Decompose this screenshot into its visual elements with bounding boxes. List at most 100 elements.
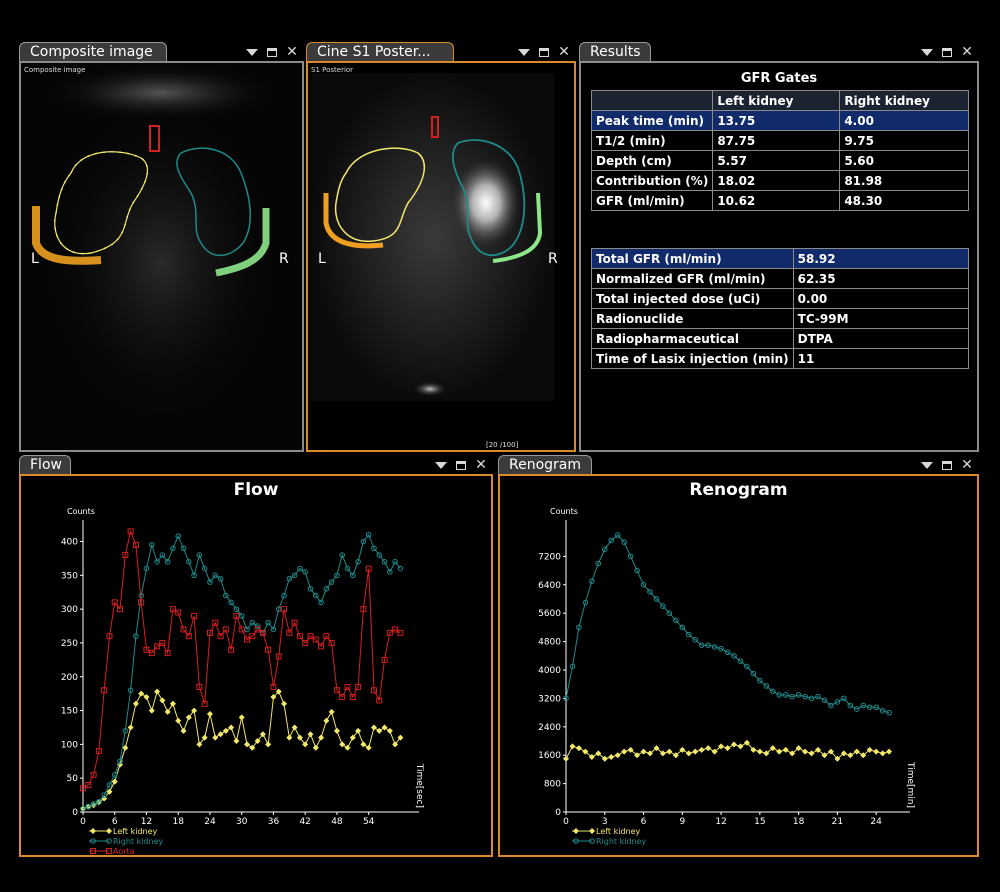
flow-chart-area[interactable]: Flow Counts Time[sec] 0 50 100 150 200 250 300 35… bbox=[19, 474, 493, 857]
gfr-summary-row[interactable]: Total injected dose (uCi) 0.00 bbox=[591, 288, 970, 309]
close-icon[interactable]: ✕ bbox=[961, 45, 973, 59]
right-kidney-value: 5.60 bbox=[839, 150, 969, 171]
maximize-icon[interactable] bbox=[538, 46, 550, 58]
y-tick-label: 200 bbox=[61, 673, 78, 683]
gfr-gates-row[interactable]: GFR (ml/min) 10.62 48.30 bbox=[590, 190, 969, 211]
renogram-tab-label: Renogram bbox=[509, 457, 582, 473]
results-viewport: GFR Gates Left kidney Right kidney Peak … bbox=[579, 61, 979, 452]
x-tick-label: 12 bbox=[141, 817, 152, 827]
renogram-tab[interactable]: Renogram bbox=[498, 455, 592, 475]
flow-tab-label: Flow bbox=[30, 457, 62, 473]
data-point bbox=[640, 748, 647, 755]
composite-image-viewport[interactable]: Composite image L R bbox=[19, 61, 304, 452]
data-point bbox=[323, 717, 330, 724]
x-tick-label: 24 bbox=[870, 817, 882, 827]
gfr-gates-header-row: Left kidney Right kidney bbox=[590, 90, 969, 111]
right-kidney-value: 48.30 bbox=[839, 190, 969, 211]
gfr-summary-value: 58.92 bbox=[792, 248, 970, 269]
gfr-summary-label: Time of Lasix injection (min) bbox=[591, 348, 794, 369]
data-point bbox=[575, 745, 582, 752]
flow-panel: Flow ✕ Flow Counts Time[sec] 0 50 100 150 200 2… bbox=[19, 455, 493, 857]
flow-controls: ✕ bbox=[435, 456, 487, 474]
close-icon[interactable]: ✕ bbox=[286, 45, 298, 59]
data-point bbox=[307, 731, 314, 738]
gfr-gates-header-right: Right kidney bbox=[839, 90, 969, 111]
maximize-icon[interactable] bbox=[941, 459, 953, 471]
maximize-icon[interactable] bbox=[941, 46, 953, 58]
renogram-chart-area[interactable]: Renogram Counts Time[min] 0 800 1600 2400 3200… bbox=[498, 474, 979, 857]
left-kidney-value: 5.57 bbox=[712, 150, 841, 171]
series-right-kidney bbox=[80, 531, 404, 812]
dropdown-icon[interactable] bbox=[435, 459, 447, 471]
dropdown-icon[interactable] bbox=[246, 46, 258, 58]
data-point bbox=[666, 748, 673, 755]
y-tick-label: 150 bbox=[61, 707, 78, 717]
cine-image-canvas bbox=[308, 63, 574, 450]
data-point bbox=[608, 753, 615, 760]
data-point bbox=[233, 738, 240, 744]
results-title: GFR Gates bbox=[740, 71, 818, 86]
x-tick-label: 54 bbox=[363, 817, 375, 827]
data-point bbox=[138, 690, 145, 697]
data-point bbox=[737, 743, 744, 750]
right-kidney-value: 81.98 bbox=[839, 170, 969, 191]
composite-image-tab[interactable]: Composite image bbox=[19, 42, 167, 62]
gfr-gates-row[interactable]: Depth (cm) 5.57 5.60 bbox=[590, 150, 969, 171]
data-point bbox=[692, 748, 699, 755]
renogram-controls: ✕ bbox=[921, 456, 973, 474]
renogram-panel: Renogram ✕ Renogram Counts Time[min] 0 800 1… bbox=[498, 455, 979, 857]
cine-panel: Cine S1 Poster... ✕ S1 Posterior L R [20… bbox=[306, 42, 576, 452]
gfr-gates-row[interactable]: Peak time (min) 13.75 4.00 bbox=[590, 110, 969, 131]
y-tick-label: 400 bbox=[61, 538, 78, 548]
gfr-summary-row[interactable]: Time of Lasix injection (min) 11 bbox=[591, 348, 970, 369]
flow-chart: Counts Time[sec] 0 50 100 150 200 250 300 350 400 0… bbox=[61, 507, 424, 855]
data-point bbox=[381, 724, 388, 731]
data-point bbox=[698, 746, 705, 753]
data-point bbox=[212, 734, 219, 741]
data-point bbox=[339, 741, 346, 748]
gfr-gates-row[interactable]: Contribution (%) 18.02 81.98 bbox=[590, 170, 969, 191]
y-tick-label: 5600 bbox=[538, 609, 561, 619]
y-tick-label: 3200 bbox=[538, 694, 561, 704]
data-point bbox=[286, 734, 293, 741]
legend-marker bbox=[573, 828, 579, 834]
composite-image-controls: ✕ bbox=[246, 43, 298, 61]
gfr-summary-row[interactable]: Total GFR (ml/min) 58.92 bbox=[591, 248, 970, 269]
gfr-summary-value: TC-99M bbox=[792, 308, 970, 329]
cine-tab[interactable]: Cine S1 Poster... bbox=[306, 42, 454, 62]
close-icon[interactable]: ✕ bbox=[558, 45, 570, 59]
flow-tab[interactable]: Flow bbox=[19, 455, 71, 475]
left-kidney-value: 10.62 bbox=[712, 190, 841, 211]
close-icon[interactable]: ✕ bbox=[961, 458, 973, 472]
gfr-gates-row-label: T1/2 (min) bbox=[590, 130, 714, 151]
maximize-icon[interactable] bbox=[266, 46, 278, 58]
gfr-gates-row-label: Peak time (min) bbox=[590, 110, 714, 131]
data-point bbox=[563, 755, 569, 762]
gfr-gates-row[interactable]: T1/2 (min) 87.75 9.75 bbox=[590, 130, 969, 151]
dropdown-icon[interactable] bbox=[921, 46, 933, 58]
composite-image-canvas bbox=[21, 63, 302, 450]
legend-entry: Left kidney bbox=[89, 827, 158, 836]
gfr-summary-row[interactable]: Radiopharmaceutical DTPA bbox=[591, 328, 970, 349]
results-tab[interactable]: Results bbox=[579, 42, 651, 62]
gfr-summary-table: Total GFR (ml/min) 58.92 Normalized GFR (m… bbox=[591, 248, 970, 369]
dropdown-icon[interactable] bbox=[518, 46, 530, 58]
maximize-icon[interactable] bbox=[455, 459, 467, 471]
close-icon[interactable]: ✕ bbox=[475, 458, 487, 472]
data-point bbox=[238, 714, 245, 721]
series-line bbox=[82, 529, 401, 789]
series-line bbox=[565, 534, 890, 714]
x-tick-label: 48 bbox=[331, 817, 343, 827]
y-tick-label: 350 bbox=[61, 571, 78, 581]
gfr-summary-row[interactable]: Normalized GFR (ml/min) 62.35 bbox=[591, 268, 970, 289]
dropdown-icon[interactable] bbox=[921, 459, 933, 471]
composite-image-caption: Composite image bbox=[24, 66, 86, 74]
y-tick-label: 1600 bbox=[538, 751, 561, 761]
gfr-summary-row[interactable]: Radionuclide TC-99M bbox=[591, 308, 970, 329]
x-tick-label: 6 bbox=[641, 817, 647, 827]
right-kidney-value: 4.00 bbox=[839, 110, 969, 131]
y-tick-label: 4800 bbox=[538, 638, 561, 648]
legend-marker bbox=[90, 828, 96, 834]
x-tick-label: 18 bbox=[172, 817, 184, 827]
cine-viewport[interactable]: S1 Posterior L R [20 /100] bbox=[306, 61, 576, 452]
